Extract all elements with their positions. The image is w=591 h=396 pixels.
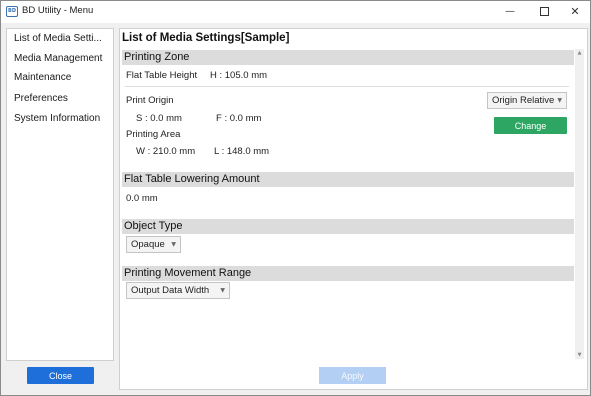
scroll-up-icon[interactable]: ▲ <box>575 50 584 56</box>
app-icon: BD <box>6 6 18 17</box>
sidebar-item-preferences[interactable]: Preferences <box>14 93 68 107</box>
printing-area-width: W : 210.0 mm <box>136 146 196 157</box>
printing-area-length: L : 148.0 mm <box>214 146 270 157</box>
origin-mode-value: Origin Relative <box>492 95 555 106</box>
vertical-scrollbar[interactable]: ▲ ▼ <box>575 49 584 359</box>
sidebar-item-maintenance[interactable]: Maintenance <box>14 72 71 86</box>
title-bar: BD BD Utility - Menu — ✕ <box>1 1 590 23</box>
chevron-down-icon: ▼ <box>171 241 176 248</box>
apply-button[interactable]: Apply <box>319 367 386 384</box>
sidebar: List of Media Setti... Media Management … <box>6 28 114 361</box>
page-title: List of Media Settings[Sample] <box>122 32 290 44</box>
maximize-button[interactable] <box>528 1 560 22</box>
main-panel: List of Media Settings[Sample] Printing … <box>119 28 588 390</box>
sidebar-item-system-information[interactable]: System Information <box>14 113 100 127</box>
close-icon: ✕ <box>570 5 580 18</box>
origin-f-value: F : 0.0 mm <box>216 113 262 124</box>
scroll-down-icon[interactable]: ▼ <box>575 352 584 358</box>
movement-range-heading: Printing Movement Range <box>122 266 574 281</box>
chevron-down-icon: ▼ <box>220 287 225 294</box>
divider <box>125 86 569 87</box>
object-type-heading: Object Type <box>122 219 574 234</box>
printing-area-label: Printing Area <box>126 129 181 140</box>
printing-zone-heading: Printing Zone <box>122 50 574 65</box>
print-origin-label: Print Origin <box>126 95 174 106</box>
app-window: BD BD Utility - Menu — ✕ List of Media S… <box>0 0 591 396</box>
minimize-icon: — <box>505 6 515 17</box>
window-close-button[interactable]: ✕ <box>559 1 591 22</box>
flat-table-height-label: Flat Table Height <box>126 70 198 81</box>
origin-mode-dropdown[interactable]: Origin Relative ▼ <box>487 92 567 109</box>
sidebar-item-media-settings[interactable]: List of Media Setti... <box>14 33 102 47</box>
sidebar-item-media-management[interactable]: Media Management <box>14 53 102 67</box>
origin-s-value: S : 0.0 mm <box>136 113 182 124</box>
change-button[interactable]: Change <box>494 117 567 134</box>
flat-table-height-value: H : 105.0 mm <box>210 70 268 81</box>
movement-range-dropdown[interactable]: Output Data Width ▼ <box>126 282 230 299</box>
window-title: BD Utility - Menu <box>22 5 94 16</box>
minimize-button[interactable]: — <box>494 1 526 22</box>
maximize-icon <box>539 7 549 16</box>
close-button[interactable]: Close <box>27 367 94 384</box>
lowering-amount-heading: Flat Table Lowering Amount <box>122 172 574 187</box>
chevron-down-icon: ▼ <box>557 97 562 104</box>
object-type-dropdown[interactable]: Opaque ▼ <box>126 236 181 253</box>
lowering-amount-value: 0.0 mm <box>126 193 158 204</box>
object-type-value: Opaque <box>131 239 165 250</box>
movement-range-value: Output Data Width <box>131 285 210 296</box>
